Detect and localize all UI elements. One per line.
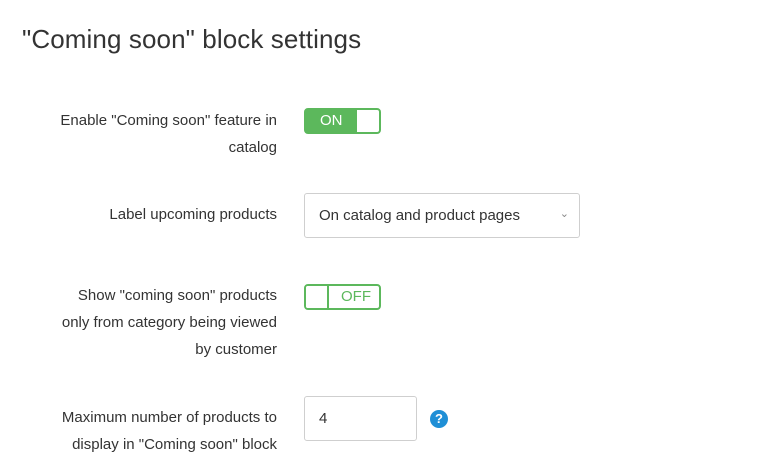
enable-feature-label-line2: catalog [228,139,277,156]
category-only-toggle[interactable]: OFF [304,284,381,310]
max-products-label: Maximum number of products to display in… [62,404,277,458]
page-title: "Coming soon" block settings [22,24,362,54]
enable-feature-toggle[interactable]: ON [304,108,381,134]
category-only-label-line3: by customer [195,341,277,358]
question-circle-icon[interactable]: ? [430,410,448,428]
chevron-down-icon: ⌄ [559,208,569,220]
enable-feature-toggle-state: ON [320,112,343,129]
max-products-input[interactable]: 4 [304,396,417,441]
max-products-label-line2: display in "Coming soon" block [72,436,277,453]
enable-feature-label-line1: Enable "Coming soon" feature in [60,112,277,129]
category-only-toggle-state: OFF [341,288,371,305]
label-upcoming-select[interactable]: On catalog and product pages ⌄ [304,193,580,238]
category-only-label-line1: Show "coming soon" products [77,287,277,304]
toggle-knob [356,110,379,132]
label-upcoming-label: Label upcoming products [109,206,277,223]
settings-page: "Coming soon" block settings Enable "Com… [0,0,763,475]
category-only-label: Show "coming soon" products only from ca… [62,282,277,363]
label-upcoming-selected-value: On catalog and product pages [319,207,520,224]
enable-feature-label: Enable "Coming soon" feature in catalog [60,107,277,161]
max-products-label-line1: Maximum number of products to [61,409,277,426]
category-only-label-line2: only from category being viewed [61,314,277,331]
toggle-knob [306,286,329,308]
